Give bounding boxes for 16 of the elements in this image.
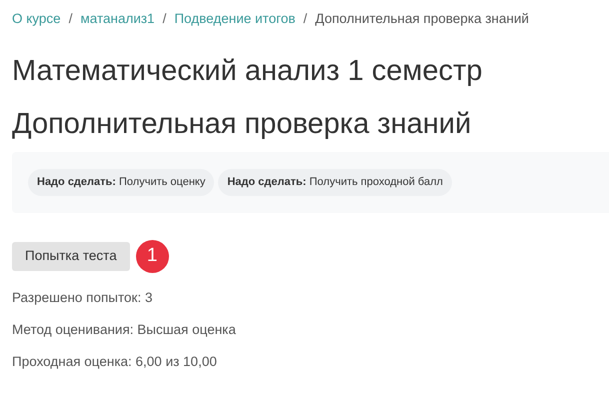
breadcrumb-link[interactable]: О курсе: [12, 8, 61, 30]
breadcrumb-separator: /: [162, 10, 168, 28]
completion-badge: Надо сделать: Получить оценку: [28, 169, 214, 196]
quiz-info-text: Проходная оценка: 6,00 из 10,00: [12, 353, 218, 371]
attempt-quiz-button[interactable]: Попытка теста: [12, 242, 130, 271]
step-number-badge: 1: [136, 240, 169, 273]
quiz-info-text: Разрешено попыток: 3: [12, 289, 154, 307]
page-title: Дополнительная проверка знаний: [12, 107, 472, 142]
breadcrumb-separator: /: [302, 10, 308, 28]
quiz-info-text: Метод оценивания: Высшая оценка: [12, 321, 237, 339]
course-title: Математический анализ 1 семестр: [12, 54, 484, 89]
breadcrumb-link[interactable]: матанализ1: [80, 8, 155, 30]
breadcrumb-separator: /: [68, 10, 74, 28]
breadcrumb-current: Дополнительная проверка знаний: [315, 10, 529, 28]
breadcrumb-link[interactable]: Подведение итогов: [174, 8, 296, 30]
completion-badge: Надо сделать: Получить проходной балл: [218, 169, 452, 196]
